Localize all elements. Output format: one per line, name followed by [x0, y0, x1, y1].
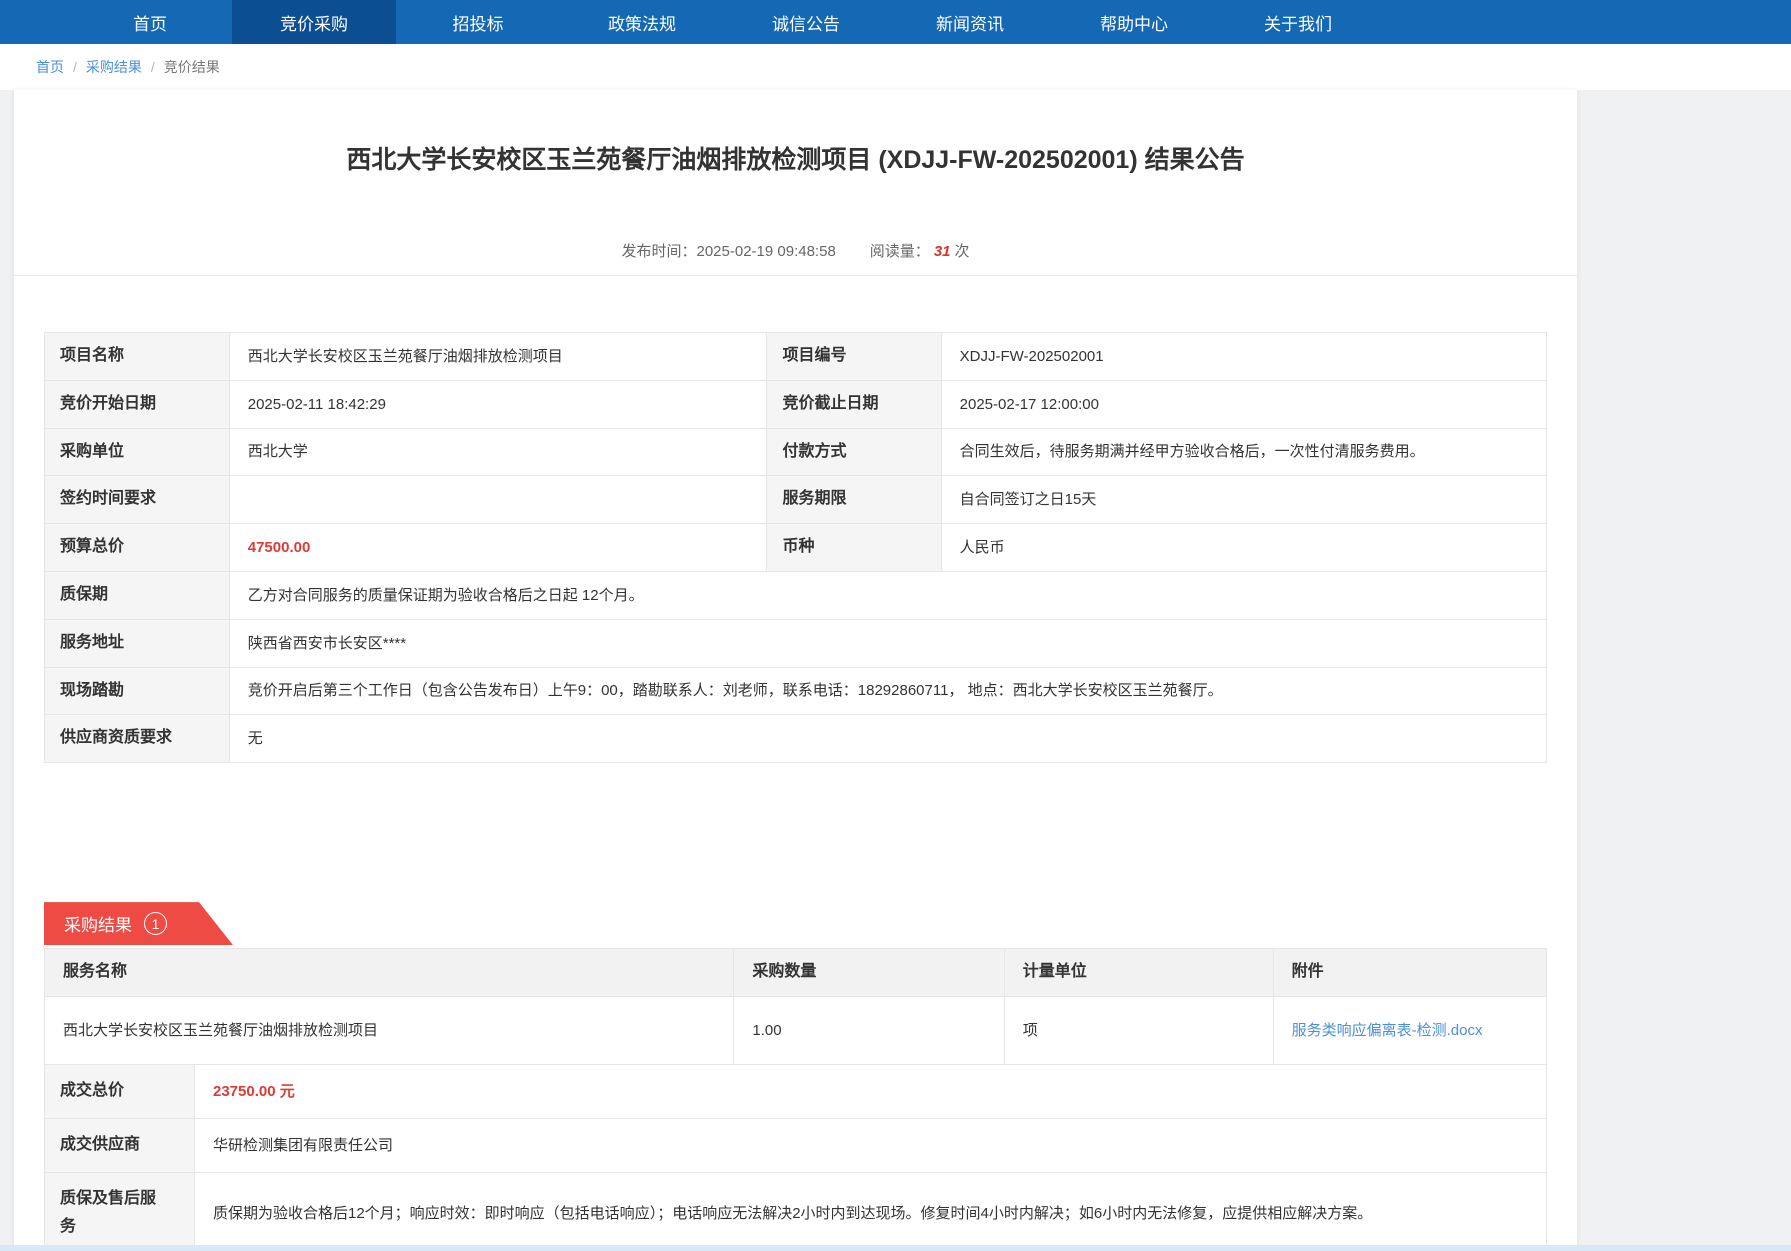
- field-value: 陕西省西安市长安区****: [229, 619, 1546, 667]
- table-row: 成交供应商 华研检测集团有限责任公司: [45, 1118, 1547, 1172]
- field-value: 西北大学长安校区玉兰苑餐厅油烟排放检测项目: [229, 333, 767, 381]
- field-value: 2025-02-11 18:42:29: [229, 380, 767, 428]
- field-label: 付款方式: [767, 428, 941, 476]
- field-value: 人民币: [941, 524, 1546, 572]
- publish-meta: 发布时间：2025-02-19 09:48:58 阅读量：31次: [14, 240, 1577, 261]
- budget-total-value: 47500.00: [229, 524, 767, 572]
- result-header-row: 服务名称 采购数量 计量单位 附件: [45, 949, 1547, 997]
- publish-time-value: 2025-02-19 09:48:58: [697, 243, 836, 260]
- page-title: 西北大学长安校区玉兰苑餐厅油烟排放检测项目 (XDJJ-FW-202502001…: [14, 144, 1577, 176]
- nav-item-tenders[interactable]: 招投标: [396, 0, 560, 44]
- field-value: 西北大学: [229, 428, 767, 476]
- table-row: 供应商资质要求 无: [45, 715, 1547, 763]
- result-table: 服务名称 采购数量 计量单位 附件 西北大学长安校区玉兰苑餐厅油烟排放检测项目 …: [44, 948, 1547, 1065]
- field-label: 币种: [767, 524, 941, 572]
- breadcrumb-separator: /: [73, 59, 77, 75]
- service-name-cell: 西北大学长安校区玉兰苑餐厅油烟排放检测项目: [45, 996, 734, 1064]
- table-row: 质保期 乙方对合同服务的质量保证期为验收合格后之日起 12个月。: [45, 571, 1547, 619]
- unit-cell: 项: [1004, 996, 1273, 1064]
- field-value: 无: [229, 715, 1546, 763]
- winning-supplier: 华研检测集团有限责任公司: [195, 1118, 1547, 1172]
- nav-item-bidding-purchase[interactable]: 竞价采购: [232, 0, 396, 44]
- field-value: 乙方对合同服务的质量保证期为验收合格后之日起 12个月。: [229, 571, 1546, 619]
- column-header: 附件: [1273, 949, 1546, 997]
- publish-time-label: 发布时间：: [621, 243, 696, 260]
- views-count: 31: [934, 243, 951, 260]
- field-label: 质保及售后服务: [45, 1172, 195, 1251]
- field-value: 竞价开启后第三个工作日（包含公告发布日）上午9：00，踏勘联系人：刘老师，联系电…: [229, 667, 1546, 715]
- quantity-cell: 1.00: [734, 996, 1004, 1064]
- page-background: 西北大学长安校区玉兰苑餐厅油烟排放检测项目 (XDJJ-FW-202502001…: [0, 90, 1791, 1251]
- views-unit: 次: [955, 243, 970, 260]
- column-header: 服务名称: [45, 949, 734, 997]
- table-row: 现场踏勘 竞价开启后第三个工作日（包含公告发布日）上午9：00，踏勘联系人：刘老…: [45, 667, 1547, 715]
- table-row: 预算总价 47500.00 币种 人民币: [45, 524, 1547, 572]
- table-row: 签约时间要求 服务期限 自合同签订之日15天: [45, 476, 1547, 524]
- column-header: 采购数量: [734, 949, 1004, 997]
- warranty-service-text: 质保期为验收合格后12个月；响应时效：即时响应（包括电话响应）；电话响应无法解决…: [195, 1172, 1547, 1251]
- field-label: 服务地址: [45, 619, 230, 667]
- top-nav-bar: 首页 竞价采购 招投标 政策法规 诚信公告 新闻资讯 帮助中心 关于我们: [0, 0, 1791, 44]
- field-label: 成交供应商: [45, 1118, 195, 1172]
- breadcrumb: 首页 / 采购结果 / 竞价结果: [0, 44, 1791, 90]
- attachment-link[interactable]: 服务类响应偏离表-检测.docx: [1292, 1022, 1483, 1039]
- table-row: 项目名称 西北大学长安校区玉兰苑餐厅油烟排放检测项目 项目编号 XDJJ-FW-…: [45, 333, 1547, 381]
- field-label: 竞价开始日期: [45, 380, 230, 428]
- field-value: 2025-02-17 12:00:00: [941, 380, 1546, 428]
- breadcrumb-separator: /: [151, 59, 155, 75]
- result-item-row: 西北大学长安校区玉兰苑餐厅油烟排放检测项目 1.00 项 服务类响应偏离表-检测…: [45, 996, 1547, 1064]
- table-row: 成交总价 23750.00 元: [45, 1064, 1547, 1118]
- deal-total-price: 23750.00 元: [195, 1064, 1547, 1118]
- field-label: 项目编号: [767, 333, 941, 381]
- table-row: 竞价开始日期 2025-02-11 18:42:29 竞价截止日期 2025-0…: [45, 380, 1547, 428]
- nav-item-help-center[interactable]: 帮助中心: [1052, 0, 1216, 44]
- field-label: 供应商资质要求: [45, 715, 230, 763]
- nav-item-about-us[interactable]: 关于我们: [1216, 0, 1380, 44]
- field-value: 自合同签订之日15天: [941, 476, 1546, 524]
- table-row: 采购单位 西北大学 付款方式 合同生效后，待服务期满并经甲方验收合格后，一次性付…: [45, 428, 1547, 476]
- field-label: 签约时间要求: [45, 476, 230, 524]
- nav-item-policies[interactable]: 政策法规: [560, 0, 724, 44]
- breadcrumb-home-link[interactable]: 首页: [36, 57, 64, 77]
- field-label: 预算总价: [45, 524, 230, 572]
- field-label: 服务期限: [767, 476, 941, 524]
- field-label: 现场踏勘: [45, 667, 230, 715]
- nav-item-news[interactable]: 新闻资讯: [888, 0, 1052, 44]
- announcement-card: 西北大学长安校区玉兰苑餐厅油烟排放检测项目 (XDJJ-FW-202502001…: [14, 90, 1577, 1251]
- breadcrumb-current: 竞价结果: [164, 57, 220, 77]
- field-label: 成交总价: [45, 1064, 195, 1118]
- field-value: XDJJ-FW-202502001: [941, 333, 1546, 381]
- footer-strip: [0, 1245, 1791, 1251]
- result-count-circle: 1: [144, 912, 167, 935]
- table-row: 服务地址 陕西省西安市长安区****: [45, 619, 1547, 667]
- breadcrumb-section-link[interactable]: 采购结果: [86, 57, 142, 77]
- column-header: 计量单位: [1004, 949, 1273, 997]
- nav-item-home[interactable]: 首页: [68, 0, 232, 44]
- views-label: 阅读量：: [870, 243, 930, 260]
- field-label: 竞价截止日期: [767, 380, 941, 428]
- result-detail-table: 成交总价 23750.00 元 成交供应商 华研检测集团有限责任公司 质保及售后…: [44, 1064, 1547, 1251]
- project-info-table: 项目名称 西北大学长安校区玉兰苑餐厅油烟排放检测项目 项目编号 XDJJ-FW-…: [44, 332, 1547, 763]
- table-row: 质保及售后服务 质保期为验收合格后12个月；响应时效：即时响应（包括电话响应）；…: [45, 1172, 1547, 1251]
- field-label: 项目名称: [45, 333, 230, 381]
- field-label: 采购单位: [45, 428, 230, 476]
- field-value: 合同生效后，待服务期满并经甲方验收合格后，一次性付清服务费用。: [941, 428, 1546, 476]
- field-value: [229, 476, 767, 524]
- nav-item-integrity-notice[interactable]: 诚信公告: [724, 0, 888, 44]
- announcement-header: 西北大学长安校区玉兰苑餐厅油烟排放检测项目 (XDJJ-FW-202502001…: [14, 90, 1577, 276]
- result-badge-label: 采购结果: [64, 911, 132, 936]
- procurement-result-badge: 采购结果 1: [44, 902, 233, 945]
- field-label: 质保期: [45, 571, 230, 619]
